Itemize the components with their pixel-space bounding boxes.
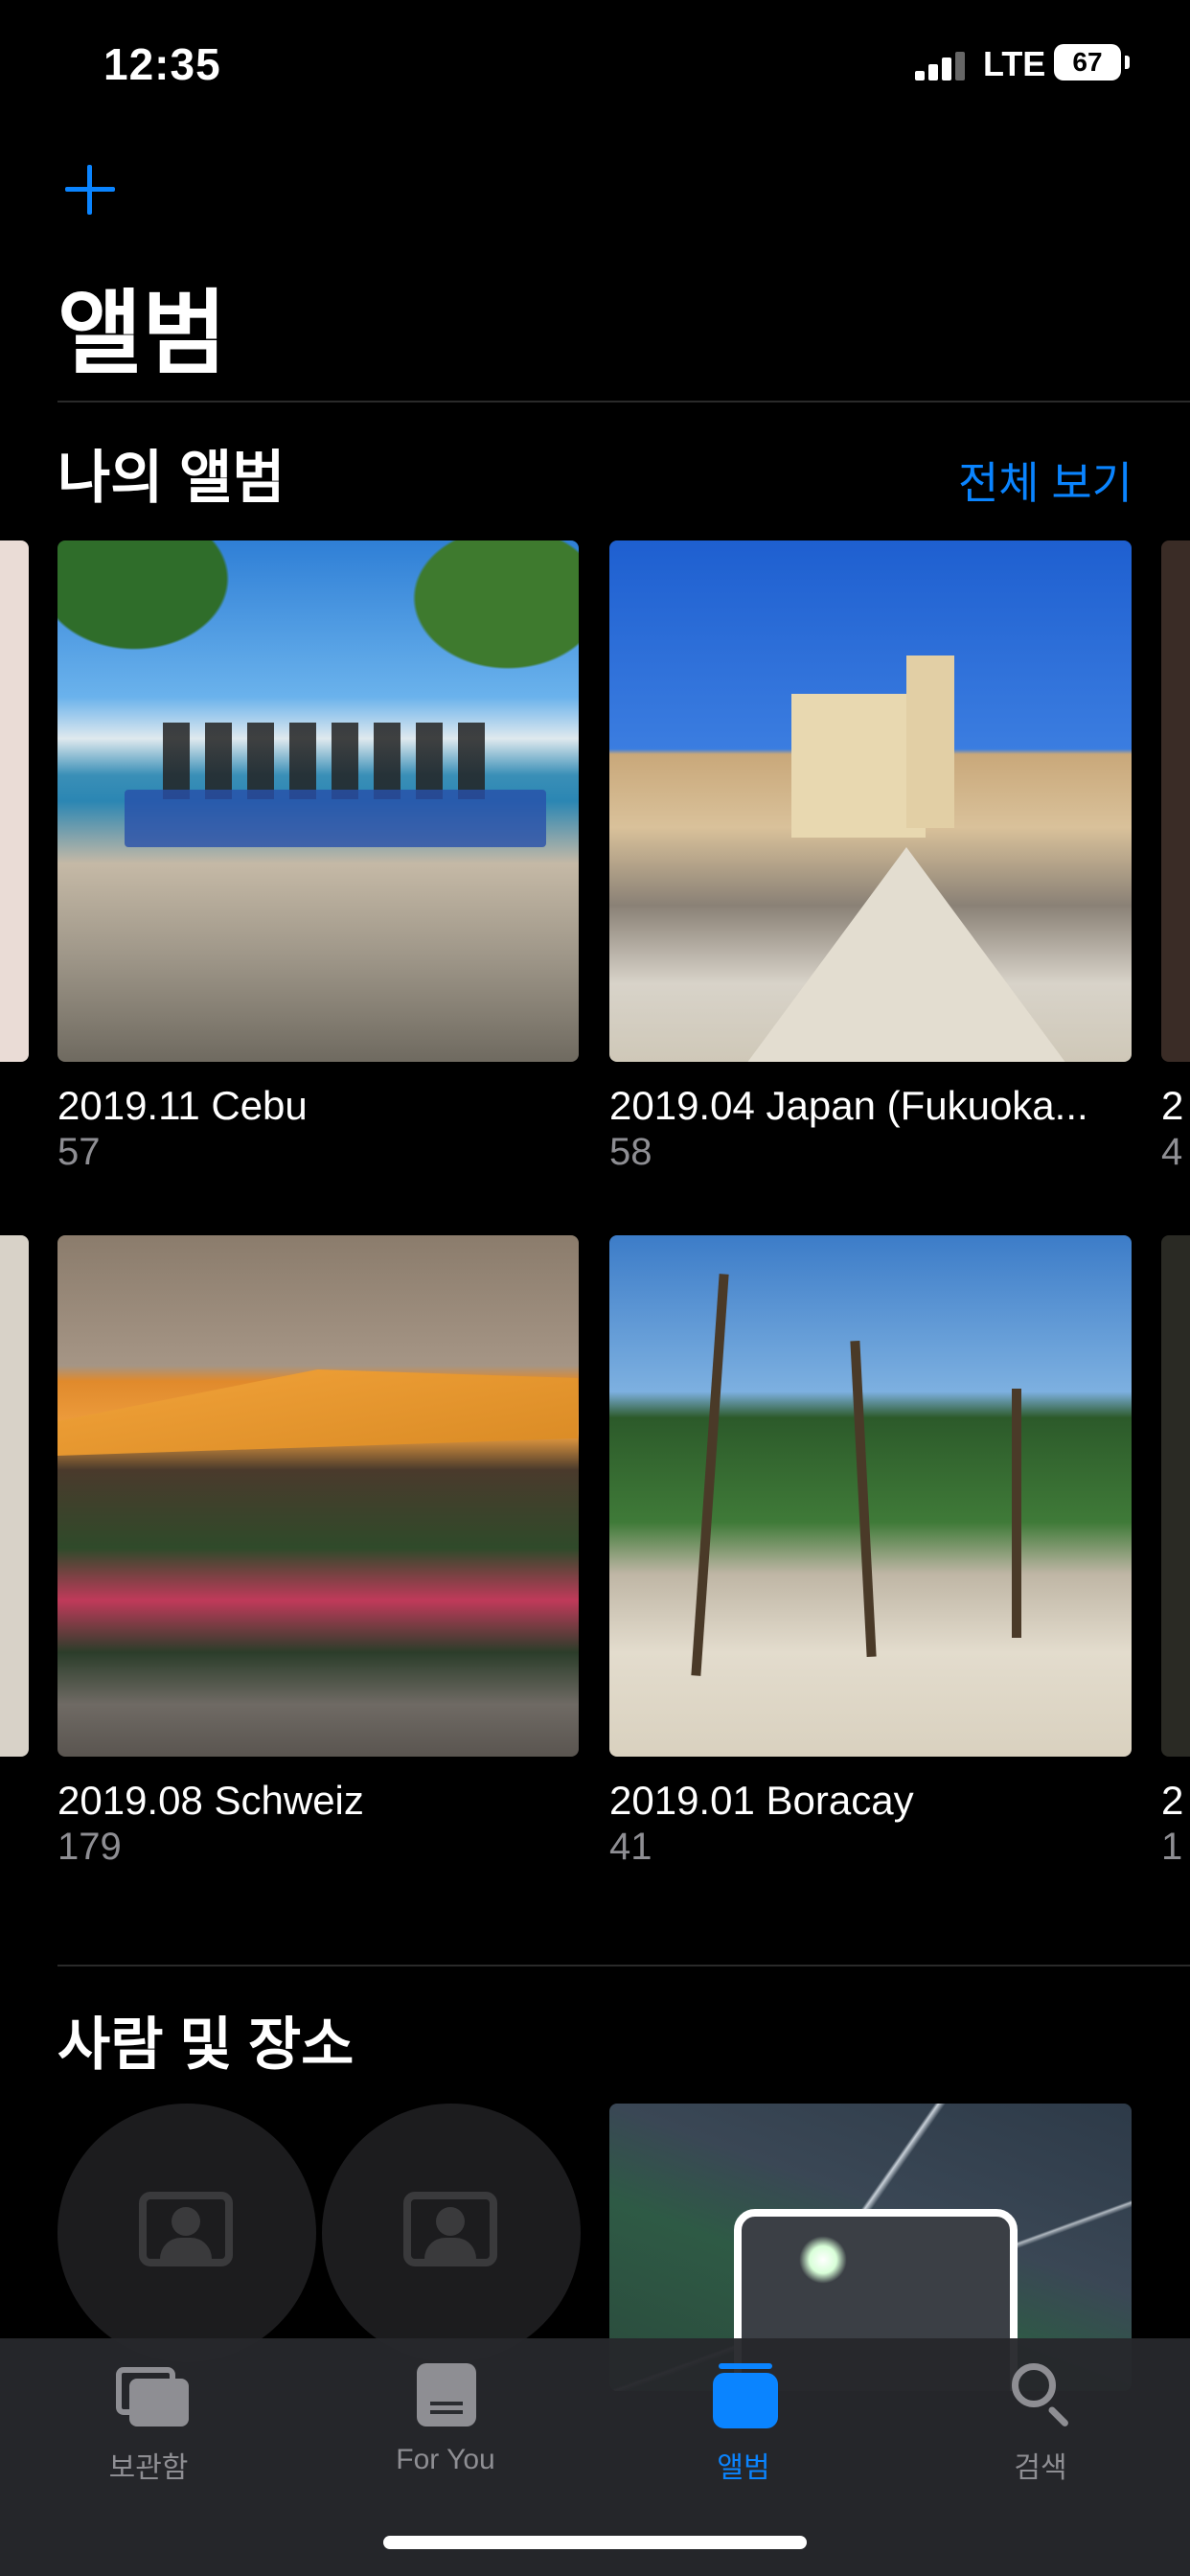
- album-count: 58: [609, 1131, 652, 1173]
- header-divider: [57, 401, 1190, 402]
- photo-people: [163, 723, 498, 799]
- photo-palm: [691, 1274, 729, 1676]
- album-thumbnail-boracay[interactable]: [609, 1235, 1132, 1757]
- my-albums-title: 나의 앨범: [57, 446, 286, 510]
- albums-icon: [705, 2358, 782, 2434]
- album-peek-left[interactable]: [0, 1235, 29, 1757]
- tab-search[interactable]: 검색: [945, 2358, 1136, 2486]
- album-thumbnail-schweiz[interactable]: [57, 1235, 579, 1757]
- photo-palm: [1012, 1389, 1021, 1638]
- tab-albums[interactable]: 앨범: [648, 2358, 839, 2486]
- album-peek-left[interactable]: [0, 540, 29, 1062]
- tab-label: 검색: [1014, 2452, 1067, 2484]
- photo-umbrellas: [57, 1369, 578, 1456]
- album-thumbnail-japan[interactable]: [609, 540, 1132, 1062]
- for-you-icon: [407, 2358, 484, 2434]
- status-bar: 12:35 LTE 67: [0, 0, 1190, 125]
- portrait-icon: [139, 2192, 233, 2266]
- cellular-signal-icon: [915, 52, 965, 80]
- tab-for-you[interactable]: For You: [350, 2358, 541, 2476]
- album-name: 2019.04 Japan (Fukuoka...: [609, 1083, 1088, 1128]
- album-name: 2019.01 Boracay: [609, 1778, 914, 1823]
- photo-sign: [125, 790, 546, 847]
- photo-tower: [906, 656, 954, 828]
- album-name-peek: 2: [1161, 1778, 1184, 1823]
- photo-glow: [799, 2236, 847, 2284]
- section-divider: [57, 1965, 1190, 1966]
- album-name: 2019.11 Cebu: [57, 1083, 308, 1128]
- album-thumbnail-cebu[interactable]: [57, 540, 579, 1062]
- album-peek-right[interactable]: [1161, 540, 1190, 1062]
- photo-building: [791, 694, 926, 838]
- tab-label: 앨범: [717, 2452, 770, 2484]
- album-count-peek: 1: [1161, 1826, 1183, 1868]
- search-icon: [1002, 2358, 1079, 2434]
- album-name-peek: 2: [1161, 1083, 1184, 1128]
- add-album-button[interactable]: [61, 161, 119, 218]
- album-count: 57: [57, 1131, 101, 1173]
- tab-library[interactable]: 보관함: [53, 2358, 244, 2486]
- tab-label: 보관함: [108, 2452, 189, 2484]
- see-all-link[interactable]: 전체 보기: [958, 448, 1133, 512]
- album-count: 41: [609, 1826, 652, 1868]
- home-indicator[interactable]: [383, 2536, 807, 2549]
- people-places-title: 사람 및 장소: [57, 2012, 355, 2077]
- network-type: LTE: [983, 44, 1046, 83]
- portrait-icon: [403, 2192, 497, 2266]
- person-placeholder[interactable]: [57, 2104, 316, 2362]
- album-count: 179: [57, 1826, 122, 1868]
- page-title: 앨범: [57, 283, 227, 385]
- status-time: 12:35: [103, 39, 221, 89]
- photo-library-icon: [110, 2358, 189, 2434]
- photo-walkway: [744, 847, 1069, 1062]
- battery-nub: [1125, 56, 1130, 69]
- battery-icon: 67: [1054, 44, 1121, 80]
- person-placeholder[interactable]: [322, 2104, 581, 2362]
- album-name: 2019.08 Schweiz: [57, 1778, 364, 1823]
- photo-palm: [850, 1340, 877, 1658]
- tab-label: For You: [396, 2444, 495, 2475]
- album-peek-right[interactable]: [1161, 1235, 1190, 1757]
- album-count-peek: 4: [1161, 1131, 1183, 1173]
